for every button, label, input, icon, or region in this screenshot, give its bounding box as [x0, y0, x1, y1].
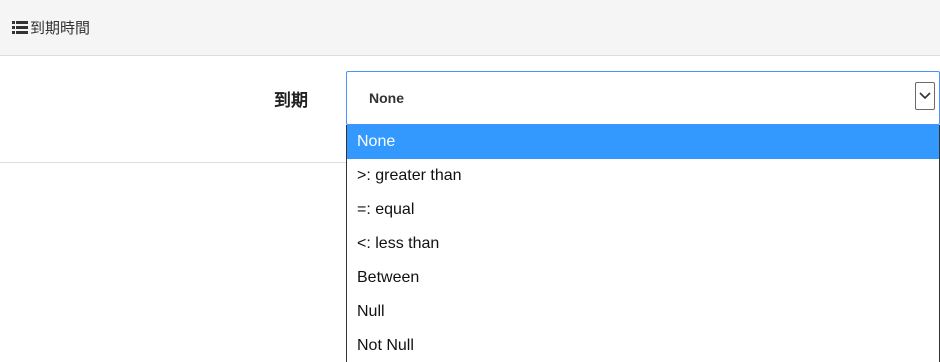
dropdown-option-greater-than[interactable]: >: greater than: [347, 159, 939, 193]
dropdown-options-list: None >: greater than =: equal <: less th…: [346, 125, 940, 362]
chevron-down-icon: [919, 92, 931, 100]
filter-panel: 到期時間 到期 None None >: greater than =: equ…: [0, 0, 940, 362]
list-icon: [12, 21, 28, 34]
dropdown-option-not-null[interactable]: Not Null: [347, 329, 939, 362]
dropdown-toggle-button[interactable]: [915, 82, 935, 110]
expiry-condition-select[interactable]: None: [346, 71, 940, 125]
select-current-value: None: [369, 90, 404, 106]
panel-heading: 到期時間: [0, 0, 940, 56]
dropdown-option-between[interactable]: Between: [347, 261, 939, 295]
dropdown-option-none[interactable]: None: [347, 125, 939, 159]
panel-title: 到期時間: [30, 19, 91, 37]
dropdown-option-equal[interactable]: =: equal: [347, 193, 939, 227]
dropdown-option-null[interactable]: Null: [347, 295, 939, 329]
dropdown-option-less-than[interactable]: <: less than: [347, 227, 939, 261]
expiry-field-label: 到期: [274, 91, 308, 111]
